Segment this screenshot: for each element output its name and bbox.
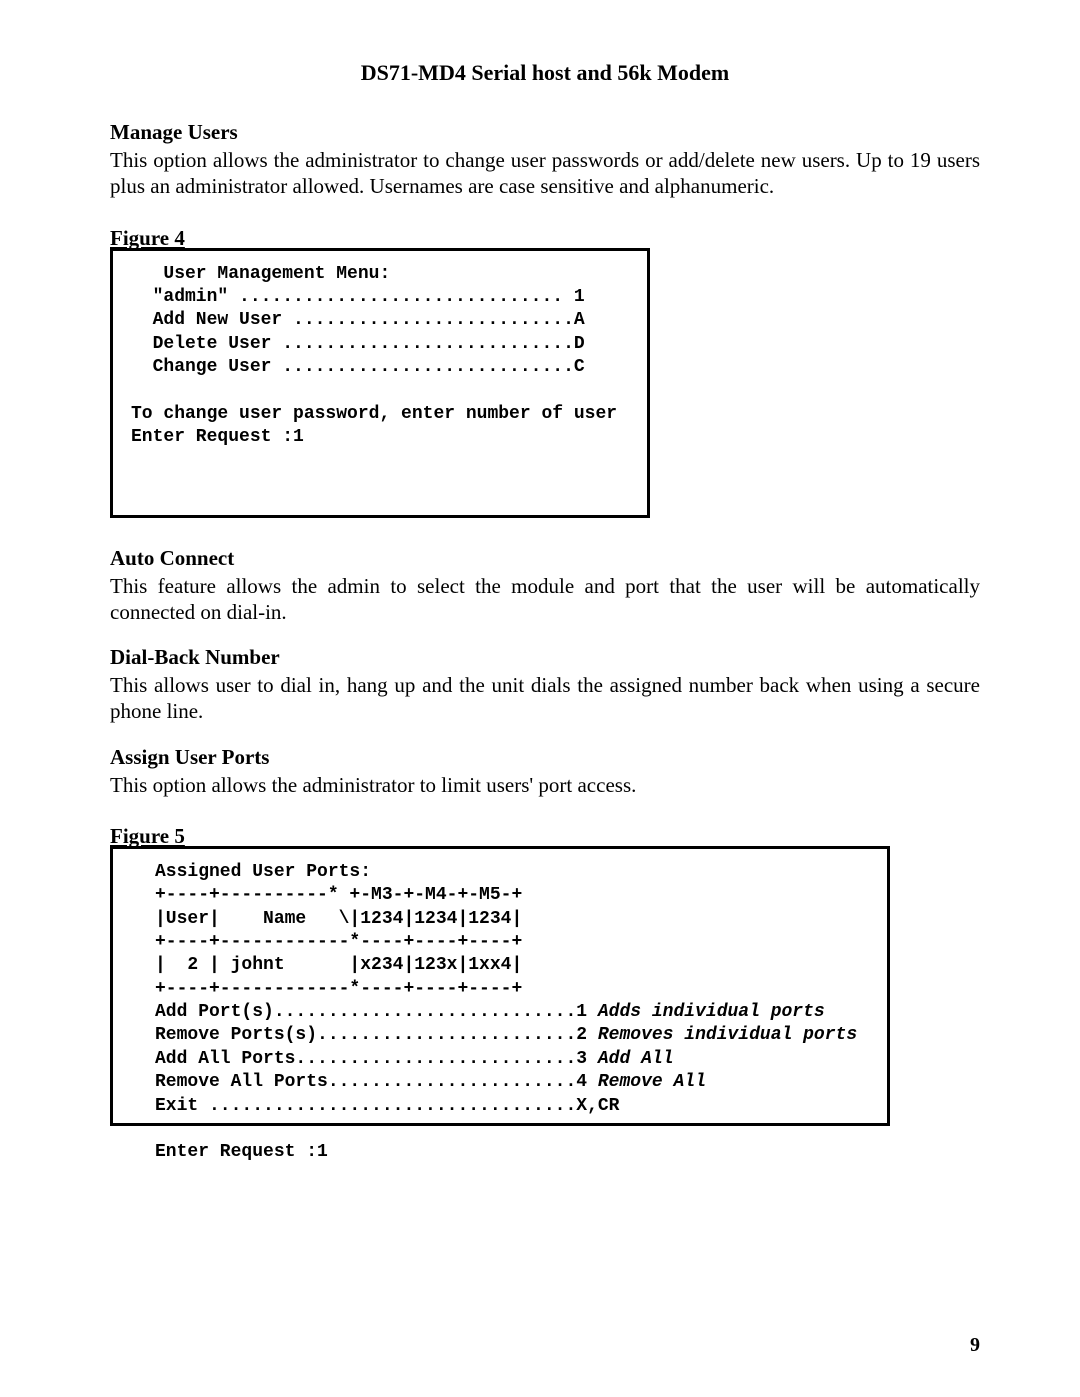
fig5-line: Remove All Ports.......................4 xyxy=(155,1072,598,1092)
fig5-note: Removes individual ports xyxy=(598,1025,857,1045)
fig5-line: Enter Request :1 xyxy=(155,1142,328,1162)
fig4-line: User Management Menu: xyxy=(131,264,390,284)
figure5-terminal: Assigned User Ports: +----+----------* +… xyxy=(110,846,890,1126)
heading-manage-users: Manage Users xyxy=(110,120,980,145)
body-assign-ports: This option allows the administrator to … xyxy=(110,772,980,798)
fig5-note: Adds individual ports xyxy=(598,1002,825,1022)
fig5-line: Assigned User Ports: xyxy=(155,862,371,882)
fig5-note: Remove All xyxy=(598,1072,706,1092)
heading-assign-ports: Assign User Ports xyxy=(110,745,980,770)
fig5-line: Exit ..................................X… xyxy=(155,1096,619,1116)
fig4-line: Delete User ...........................D xyxy=(131,334,585,354)
page-title: DS71-MD4 Serial host and 56k Modem xyxy=(110,60,980,86)
body-auto-connect: This feature allows the admin to select … xyxy=(110,573,980,626)
fig5-line: +----+------------*----+----+----+ xyxy=(155,979,522,999)
heading-dial-back: Dial-Back Number xyxy=(110,645,980,670)
page: DS71-MD4 Serial host and 56k Modem Manag… xyxy=(0,0,1080,1397)
fig5-note: Add All xyxy=(598,1049,674,1069)
page-number: 9 xyxy=(970,1334,980,1357)
fig5-line: +----+------------*----+----+----+ xyxy=(155,932,522,952)
figure5-label: Figure 5 xyxy=(110,824,980,849)
fig4-line: Add New User ..........................A xyxy=(131,310,585,330)
fig5-line: Add Port(s)............................1 xyxy=(155,1002,598,1022)
body-manage-users: This option allows the administrator to … xyxy=(110,147,980,200)
fig4-line: "admin" .............................. 1 xyxy=(131,287,585,307)
fig5-line: |User| Name \|1234|1234|1234| xyxy=(155,909,522,929)
fig5-line: +----+----------* +-M3-+-M4-+-M5-+ xyxy=(155,885,522,905)
fig4-line: To change user password, enter number of… xyxy=(131,404,617,424)
body-dial-back: This allows user to dial in, hang up and… xyxy=(110,672,980,725)
fig5-line: Remove Ports(s)........................2 xyxy=(155,1025,598,1045)
heading-auto-connect: Auto Connect xyxy=(110,546,980,571)
figure4-label: Figure 4 xyxy=(110,226,980,251)
fig4-line: Change User ...........................C xyxy=(131,357,585,377)
fig5-line: Add All Ports..........................3 xyxy=(155,1049,598,1069)
fig4-line: Enter Request :1 xyxy=(131,427,304,447)
fig5-line: | 2 | johnt |x234|123x|1xx4| xyxy=(155,955,522,975)
figure4-terminal: User Management Menu: "admin" ..........… xyxy=(110,248,650,518)
